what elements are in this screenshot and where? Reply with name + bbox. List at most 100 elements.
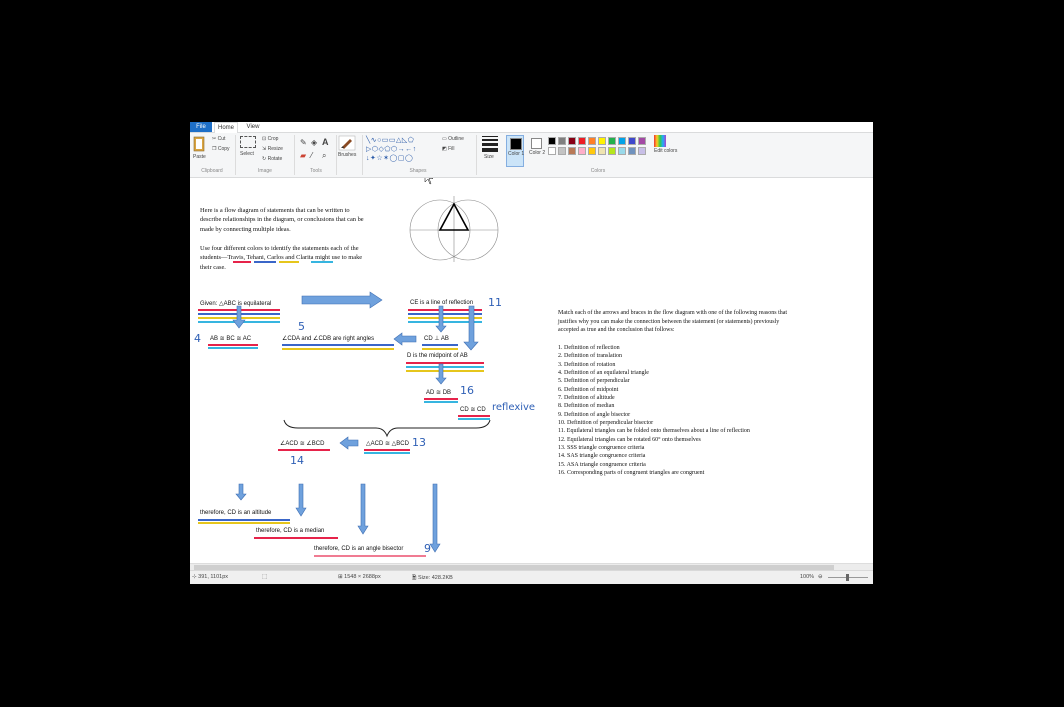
text-tool-icon[interactable]: A (322, 137, 329, 147)
tab-home[interactable]: Home (214, 122, 238, 133)
match-line: accepted as true and the conclusion that… (558, 327, 675, 334)
color-swatch[interactable] (568, 147, 576, 155)
handwritten-14: 14 (290, 454, 304, 467)
eraser-icon[interactable]: ▰ (300, 151, 306, 160)
zoom-out-icon[interactable]: ⊖ (818, 574, 823, 580)
resize-button[interactable]: ⇲ Resize (262, 146, 283, 152)
magnifier-icon[interactable]: ⌕ (322, 151, 326, 161)
fill-bucket-icon[interactable]: ◈ (311, 138, 317, 147)
match-line: justifies why you can make the connectio… (558, 318, 780, 325)
color-swatch[interactable] (628, 137, 636, 145)
separator (476, 135, 477, 175)
color-swatch[interactable] (598, 137, 606, 145)
reasons-list: 1. Definition of reflection 2. Definition… (558, 344, 750, 478)
zoom-slider-thumb[interactable] (846, 574, 849, 581)
pencil-icon[interactable]: ✎ (300, 138, 307, 147)
image-dimensions-value: 1548 × 2688px (344, 574, 381, 580)
cut-button[interactable]: ✂ Cut (212, 136, 225, 142)
paste-button[interactable]: Paste (192, 135, 206, 165)
crop-button[interactable]: ⊡ Crop (262, 136, 278, 142)
reason-item: 8. Definition of median (558, 403, 615, 410)
rotate-label: Rotate (267, 156, 283, 162)
color-swatch[interactable] (608, 147, 616, 155)
color-swatch[interactable] (618, 147, 626, 155)
reason-item: 11. Equilateral triangles can be folded … (558, 428, 750, 435)
tab-file[interactable]: File (190, 122, 212, 132)
match-line: Match each of the arrows and braces in t… (558, 310, 788, 316)
color1-label: Color 1 (508, 151, 525, 157)
select-icon (240, 136, 256, 148)
flow-arrows (232, 178, 491, 553)
handwritten-reflexive: reflexive (492, 402, 536, 413)
cut-label: Cut (217, 136, 226, 142)
copy-label: Copy (217, 146, 230, 152)
outline-label: Outline (448, 136, 464, 142)
brush-icon (338, 135, 356, 151)
fill-button[interactable]: ◩ Fill (442, 146, 455, 152)
status-bar: ⊹ 391, 1101px ⬚ ⊞ 1548 × 2688px 🗎 Size: … (190, 570, 873, 584)
handwritten-11: 11 (488, 296, 502, 309)
select-label: Select (240, 151, 254, 157)
outline-button[interactable]: ▭ Outline (442, 136, 464, 142)
reason-item: 12. Equilateral triangles can be rotated… (558, 436, 701, 443)
reason-item: 4. Definition of an equilateral triangle (558, 370, 649, 377)
color-swatch[interactable] (608, 137, 616, 145)
color-swatch[interactable] (548, 147, 556, 155)
color2-button[interactable]: Color 2 (528, 135, 546, 167)
brushes-button[interactable]: Brushes (338, 135, 360, 165)
color-swatch[interactable] (548, 137, 556, 145)
shapes-row-1: ╲∿○▭▭△◺⬠ (366, 137, 415, 144)
handwritten-4: 4 (194, 332, 201, 345)
reason-item: 14. SAS triangle congruence criteria (558, 453, 646, 460)
cursor-position-value: 391, 1101px (198, 574, 229, 580)
color-swatch[interactable] (638, 137, 646, 145)
zoom-level: 100% (800, 574, 815, 580)
color-swatch[interactable] (558, 137, 566, 145)
shapes-gallery[interactable]: ╲∿○▭▭△◺⬠ ▷⬡◇⬠⬡→←↑ ↓✦☆✶◯▢◯ (366, 136, 438, 164)
crop-label: Crop (267, 136, 279, 142)
size-button[interactable]: Size (482, 136, 498, 166)
clipboard-group-label: Clipboard (201, 168, 223, 174)
color-swatch[interactable] (578, 147, 586, 155)
size-label: Size (484, 154, 494, 160)
select-button[interactable]: Select (240, 136, 258, 166)
edit-colors-label: Edit colors (654, 148, 678, 154)
color-swatch[interactable] (638, 147, 646, 155)
match-instructions: Match each of the arrows and braces in t… (558, 309, 787, 335)
tab-view[interactable]: View (242, 122, 264, 132)
drawing-canvas[interactable]: Here is a flow diagram of statements tha… (190, 178, 873, 563)
separator (294, 135, 295, 175)
separator (336, 135, 337, 175)
color-picker-icon[interactable]: ⁄ (311, 151, 312, 160)
color-palette (548, 135, 658, 163)
handwritten-9: 9 (424, 542, 431, 555)
rainbow-icon (654, 135, 666, 147)
color-swatch[interactable] (598, 147, 606, 155)
reason-item: 6. Definition of midpoint (558, 386, 619, 393)
reason-item: 5. Definition of perpendicular (558, 378, 630, 385)
color-swatch[interactable] (568, 137, 576, 145)
color-swatch[interactable] (628, 147, 636, 155)
reason-item: 1. Definition of reflection (558, 345, 620, 351)
ribbon: Paste ✂ Cut ❐ Copy Clipboard Select ⊡ Cr… (190, 133, 873, 178)
handwritten-16: 16 (460, 384, 474, 397)
copy-button[interactable]: ❐ Copy (212, 146, 230, 152)
rotate-button[interactable]: ↻ Rotate (262, 156, 282, 162)
color-swatch[interactable] (588, 147, 596, 155)
color-swatch[interactable] (578, 137, 586, 145)
reason-item: 9. Definition of angle bisector (558, 411, 631, 418)
zoom-slider[interactable] (828, 574, 868, 581)
colors-group-label: Colors (590, 168, 606, 174)
color1-button[interactable]: Color 1 (506, 135, 524, 167)
edit-colors-button[interactable]: Edit colors (654, 135, 677, 167)
selection-icon: ⬚ (262, 574, 268, 580)
color-swatch[interactable] (588, 137, 596, 145)
size-lines-icon (482, 136, 498, 152)
color-swatch[interactable] (558, 147, 566, 155)
handwritten-5: 5 (298, 320, 305, 333)
color2-swatch (531, 138, 542, 149)
cursor-position: ⊹ 391, 1101px (192, 574, 229, 580)
file-size: 🗎 Size: 428.2KB (412, 575, 453, 581)
reason-item: 3. Definition of rotation (558, 361, 616, 368)
color-swatch[interactable] (618, 137, 626, 145)
